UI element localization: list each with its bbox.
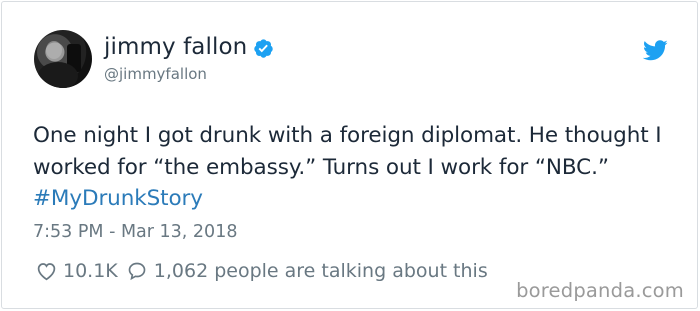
reply-button[interactable]: 1,062 people are talking about this bbox=[127, 260, 488, 282]
twitter-bird-icon[interactable] bbox=[643, 40, 668, 61]
tweet-actions: 10.1K 1,062 people are talking about thi… bbox=[36, 259, 488, 283]
author-name[interactable]: jimmy fallon bbox=[104, 33, 247, 61]
hashtag-link[interactable]: #MyDrunkStory bbox=[33, 186, 203, 211]
tweet-timestamp[interactable]: 7:53 PM - Mar 13, 2018 bbox=[33, 221, 237, 243]
source-watermark: boredpanda.com bbox=[516, 279, 684, 302]
like-count: 10.1K bbox=[63, 260, 118, 282]
like-button[interactable]: 10.1K bbox=[36, 260, 118, 282]
speech-bubble-icon bbox=[128, 262, 146, 281]
tweet-body: One night I got drunk with a foreign dip… bbox=[33, 123, 662, 180]
verified-badge-icon bbox=[254, 39, 273, 58]
heart-icon bbox=[37, 263, 56, 281]
author-handle[interactable]: @jimmyfallon bbox=[104, 65, 207, 83]
author-avatar[interactable] bbox=[34, 30, 92, 88]
talking-count: 1,062 people are talking about this bbox=[153, 260, 488, 282]
tweet-text: One night I got drunk with a foreign dip… bbox=[33, 120, 673, 215]
tweet-card: jimmy fallon @jimmyfallon One night I go… bbox=[1, 1, 698, 309]
avatar-photo bbox=[38, 41, 81, 88]
